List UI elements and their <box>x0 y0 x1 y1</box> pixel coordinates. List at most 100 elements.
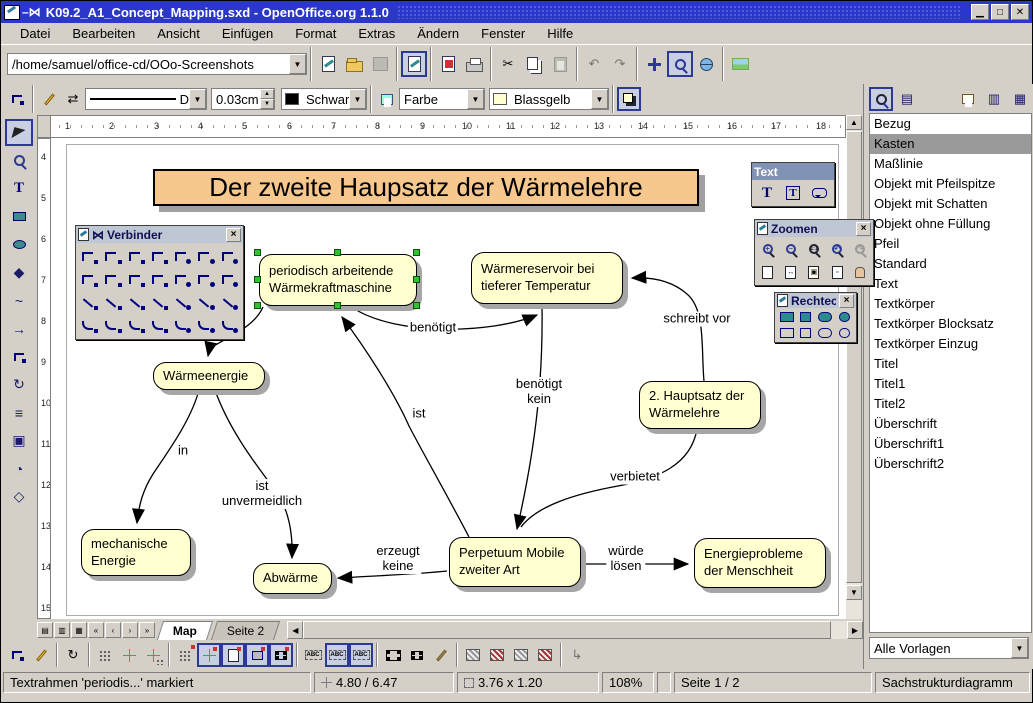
style-item[interactable]: Pfeil <box>870 234 1031 254</box>
style-item[interactable]: Überschrift <box>870 414 1031 434</box>
tool-connector[interactable] <box>5 343 33 370</box>
zoom-icon[interactable] <box>667 51 693 77</box>
connector-option[interactable] <box>171 314 194 337</box>
style-item[interactable]: Bezug <box>870 114 1031 134</box>
style-item[interactable]: Textkörper <box>870 294 1031 314</box>
next-page-button[interactable]: › <box>122 622 138 638</box>
style-item-selected[interactable]: Kasten <box>870 134 1031 154</box>
rectangle-palette[interactable]: Rechtec × <box>774 292 857 343</box>
paste-icon[interactable] <box>547 51 573 77</box>
selection-handle[interactable] <box>413 276 420 283</box>
tool-line-arrow[interactable]: → <box>5 315 33 342</box>
connector-option[interactable] <box>171 245 194 268</box>
menu-extras[interactable]: Extras <box>347 24 406 43</box>
line-style-select[interactable]: D ▼ <box>85 88 207 110</box>
tab-map[interactable]: Map <box>157 621 213 640</box>
zoom-object-icon[interactable]: ▫ <box>826 262 849 282</box>
edge-label-benoetigt[interactable]: benötigt <box>408 321 458 336</box>
style-item[interactable]: Titel <box>870 354 1031 374</box>
style-filter-dropdown-arrow[interactable]: ▼ <box>1011 638 1028 658</box>
connector-option[interactable] <box>194 268 217 291</box>
scroll-left-icon[interactable]: ◀ <box>287 621 303 639</box>
tool-curve[interactable]: ~ <box>5 287 33 314</box>
tool-text[interactable]: T <box>5 175 33 202</box>
close-icon[interactable]: × <box>226 228 241 242</box>
connector-option[interactable] <box>148 268 171 291</box>
connector-option[interactable] <box>148 291 171 314</box>
connector-option[interactable] <box>101 268 124 291</box>
text-edit-icon[interactable]: ABC <box>301 643 325 667</box>
style-item[interactable]: Überschrift1 <box>870 434 1031 454</box>
connector-option[interactable] <box>218 245 241 268</box>
pan-icon[interactable] <box>849 262 872 282</box>
style-item[interactable]: Titel1 <box>870 374 1031 394</box>
style-item[interactable]: Textkörper Blocksatz <box>870 314 1031 334</box>
selection-handle[interactable] <box>334 302 341 309</box>
rounded-rectangle-icon[interactable] <box>818 328 832 338</box>
gallery-icon[interactable] <box>727 51 753 77</box>
line-width-value[interactable]: 0.03cm <box>212 92 260 107</box>
rectangle-icon[interactable] <box>780 328 794 338</box>
edit-points-icon[interactable] <box>5 87 29 111</box>
text-frame-icon[interactable]: T <box>782 183 804 203</box>
open-icon[interactable] <box>341 51 367 77</box>
snap-to-frame-icon[interactable] <box>245 643 269 667</box>
fill-style-dropdown-arrow[interactable]: ▼ <box>467 89 484 109</box>
connector-option[interactable] <box>101 245 124 268</box>
fill-format-mode-icon[interactable] <box>956 87 980 111</box>
pin-icon[interactable]: ⋈ <box>92 228 104 242</box>
style-item[interactable]: Text <box>870 274 1031 294</box>
style-item[interactable]: Maßlinie <box>870 154 1031 174</box>
connector-option[interactable] <box>194 291 217 314</box>
connector-option[interactable] <box>218 314 241 337</box>
connector-option[interactable] <box>78 314 101 337</box>
exit-group-icon[interactable]: ↳ <box>565 643 589 667</box>
page-status[interactable]: Seite 1 / 2 <box>674 672 872 693</box>
line-dialog-icon[interactable] <box>37 87 61 111</box>
master-view-button[interactable]: ▥ <box>54 622 70 638</box>
menu-ansicht[interactable]: Ansicht <box>146 24 211 43</box>
style-item[interactable]: Standard <box>870 254 1031 274</box>
snap-grid-icon[interactable] <box>173 643 197 667</box>
url-combobox[interactable]: /home/samuel/office-cd/OOo-Screenshots ▼ <box>7 53 307 75</box>
zoom-in-icon[interactable]: + <box>756 239 779 259</box>
selection-handle[interactable] <box>413 249 420 256</box>
style-item[interactable]: Textkörper Einzug <box>870 334 1031 354</box>
square-filled-icon[interactable] <box>800 312 811 322</box>
connector-option[interactable] <box>125 245 148 268</box>
click-change-text-icon[interactable]: ABC <box>349 643 373 667</box>
tool-rotate[interactable]: ↻ <box>5 371 33 398</box>
style-item[interactable]: Objekt ohne Füllung <box>870 214 1031 234</box>
edge-label-erzeugt-keine[interactable]: erzeugt keine <box>374 544 421 574</box>
last-page-button[interactable]: » <box>139 622 155 638</box>
vertical-scroll-thumb[interactable] <box>846 131 862 583</box>
callout-icon[interactable] <box>808 183 830 203</box>
zoom-palette-titlebar[interactable]: Zoomen × <box>755 220 873 237</box>
line-color-select[interactable]: Schwarz ▼ <box>281 88 367 110</box>
zoom-optimal-icon[interactable]: ▣ <box>802 262 825 282</box>
fill-color-dropdown-arrow[interactable]: ▼ <box>591 89 608 109</box>
menu-aendern[interactable]: Ändern <box>406 24 470 43</box>
zoom-palette[interactable]: Zoomen × + − 1:1 ↶ ↷ ↔ ▣ ▫ <box>754 219 874 286</box>
arrow-style-icon[interactable]: ⇄ <box>61 87 85 111</box>
horizontal-scrollbar[interactable]: ◀ ▶ <box>287 621 863 639</box>
simple-handles-icon[interactable] <box>405 643 429 667</box>
title-banner[interactable]: Der zweite Haupsatz der Wärmelehre <box>153 169 699 206</box>
placeholder-pattern-icon[interactable] <box>485 643 509 667</box>
page-mode-button[interactable]: ▤ <box>37 622 53 638</box>
tool-3d-controller[interactable]: ◇ <box>5 483 33 510</box>
hyperlink-icon[interactable] <box>693 51 719 77</box>
fill-style-select[interactable]: Farbe ▼ <box>399 88 485 110</box>
line-style-dropdown-arrow[interactable]: ▼ <box>189 89 206 109</box>
edge-label-ist-unvermeidlich[interactable]: ist unvermeidlich <box>220 479 304 509</box>
menu-hilfe[interactable]: Hilfe <box>536 24 584 43</box>
menu-fenster[interactable]: Fenster <box>470 24 536 43</box>
connector-option[interactable] <box>148 314 171 337</box>
scroll-down-icon[interactable]: ▼ <box>846 585 862 600</box>
node-waermereservoir[interactable]: Wärmereservoir bei tieferer Temperatur <box>471 252 623 304</box>
connector-option[interactable] <box>78 245 101 268</box>
zoom-previous-icon[interactable]: ↶ <box>826 239 849 259</box>
edit-points-mode-icon[interactable] <box>5 643 29 667</box>
snap-to-points-icon[interactable] <box>269 643 293 667</box>
connector-option[interactable] <box>78 268 101 291</box>
